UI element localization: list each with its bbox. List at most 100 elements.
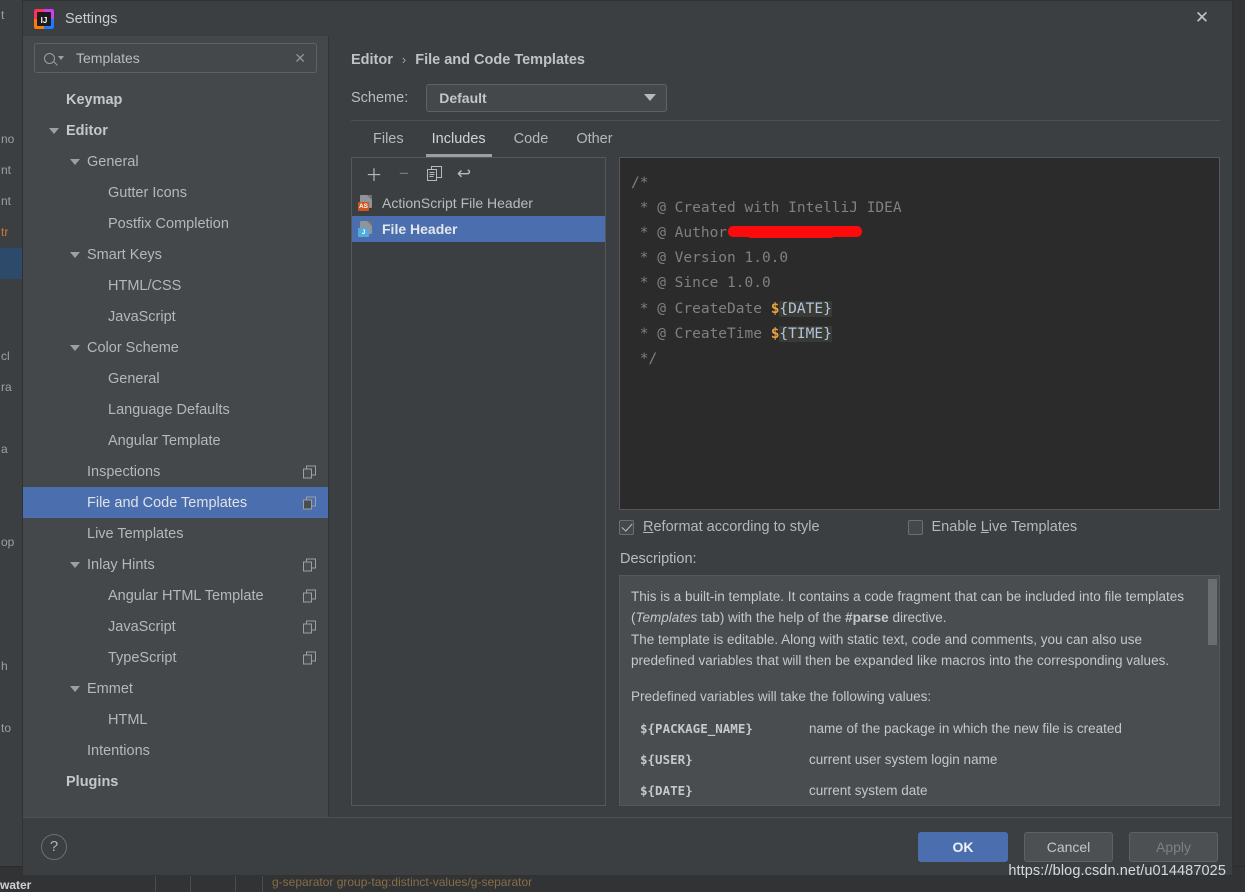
tab-includes[interactable]: Includes	[418, 121, 500, 157]
close-icon[interactable]: ✕	[1180, 4, 1224, 32]
sidebar-item-html-css[interactable]: HTML/CSS	[23, 270, 328, 301]
reset-template-button[interactable]: ↩	[450, 161, 478, 187]
chevron-down-icon[interactable]	[70, 158, 80, 165]
description-label: Description:	[620, 550, 697, 567]
copy-settings-icon[interactable]	[303, 589, 316, 602]
copy-settings-icon[interactable]	[303, 558, 316, 571]
sidebar-item-gutter-icons[interactable]: Gutter Icons	[23, 177, 328, 208]
sidebar-item-live-templates[interactable]: Live Templates	[23, 518, 328, 549]
sidebar-item-label: Inlay Hints	[87, 556, 155, 573]
sidebar-item-javascript[interactable]: JavaScript	[23, 301, 328, 332]
checkbox-box[interactable]	[907, 519, 923, 535]
sidebar-item-color-scheme[interactable]: Color Scheme	[23, 332, 328, 363]
sidebar-item-intentions[interactable]: Intentions	[23, 735, 328, 766]
tab-other[interactable]: Other	[562, 121, 626, 157]
code-line: * @ Since 1.0.0	[631, 275, 771, 292]
sidebar-item-keymap[interactable]: Keymap	[23, 84, 328, 115]
cancel-button[interactable]: Cancel	[1024, 831, 1113, 862]
tab-label: Code	[513, 130, 549, 147]
sidebar-item-typescript[interactable]: TypeScript	[23, 642, 328, 673]
template-tabs: Files Includes Code Other	[351, 119, 1220, 157]
template-code-editor[interactable]: /* * @ Created with IntelliJ IDEA * @ Au…	[619, 156, 1220, 510]
sidebar-item-angular-template[interactable]: Angular Template	[23, 425, 328, 456]
background-text-fragment	[0, 62, 22, 93]
search-input[interactable]	[76, 50, 293, 66]
copy-settings-icon[interactable]	[303, 620, 316, 633]
copy-template-button[interactable]	[420, 161, 448, 187]
background-text-fragment: nt	[1, 163, 12, 177]
tab-label: Files	[373, 130, 404, 147]
breadcrumb: Editor › File and Code Templates	[351, 36, 1220, 76]
ok-button[interactable]: OK	[918, 831, 1008, 862]
copy-settings-icon[interactable]	[303, 651, 316, 664]
chevron-down-icon[interactable]	[70, 251, 80, 258]
redaction-mark	[728, 226, 863, 239]
sidebar-item-general[interactable]: General	[23, 363, 328, 394]
copy-settings-icon[interactable]	[303, 496, 316, 509]
sidebar-item-label: HTML	[108, 711, 148, 728]
list-item-label: File Header	[382, 220, 458, 237]
dialog-titlebar: IJ Settings ✕	[23, 1, 1232, 36]
scheme-row: Scheme: Default	[351, 76, 1220, 120]
sidebar-item-angular-html-template[interactable]: Angular HTML Template	[23, 580, 328, 611]
clear-search-icon[interactable]: ✕	[292, 50, 308, 67]
background-text-fragment	[0, 496, 22, 527]
breadcrumb-root[interactable]: Editor	[351, 52, 393, 68]
sidebar-item-emmet[interactable]: Emmet	[23, 673, 328, 704]
sidebar-item-plugins[interactable]: Plugins	[23, 766, 328, 797]
background-text-fragment	[0, 465, 22, 496]
chevron-down-icon[interactable]	[70, 344, 80, 351]
live-templates-checkbox[interactable]: Enable Live Templates	[907, 519, 1077, 535]
tab-files[interactable]: Files	[359, 121, 418, 157]
tab-label: Other	[576, 130, 613, 147]
sidebar-item-inspections[interactable]: Inspections	[23, 456, 328, 487]
chevron-down-icon[interactable]	[70, 561, 80, 568]
search-icon[interactable]	[44, 52, 64, 64]
sidebar-item-label: Plugins	[66, 773, 119, 790]
reformat-checkbox[interactable]: Reformat according to style	[619, 519, 820, 535]
sidebar-item-language-defaults[interactable]: Language Defaults	[23, 394, 328, 425]
sidebar-item-label: Color Scheme	[87, 339, 179, 356]
help-button[interactable]: ?	[41, 833, 67, 860]
watermark: https://blog.csdn.net/u014487025	[1008, 863, 1226, 879]
code-line: * @ CreateTime ${TIME}	[631, 325, 832, 342]
description-paragraph-2: The template is editable. Along with sta…	[631, 631, 1170, 669]
sidebar-item-label: Editor	[66, 122, 108, 139]
background-text-fragment	[0, 31, 22, 62]
predefined-variables-table: ${PACKAGE_NAME} name of the package in wh…	[631, 716, 1201, 805]
background-bottom-label: water	[0, 878, 32, 892]
scheme-dropdown[interactable]: Default	[426, 83, 668, 112]
sidebar-item-html[interactable]: HTML	[23, 704, 328, 735]
background-text-fragment	[0, 310, 22, 341]
description-scrollbar[interactable]	[1208, 578, 1217, 645]
sidebar-item-label: File and Code Templates	[87, 494, 248, 511]
background-text-fragment	[0, 620, 22, 651]
sidebar-item-general[interactable]: General	[23, 146, 328, 177]
sidebar-item-label: General	[87, 153, 139, 170]
list-item-label: ActionScript File Header	[382, 194, 533, 211]
copy-settings-icon[interactable]	[303, 465, 316, 478]
remove-template-button: −	[399, 163, 409, 183]
background-text-fragment	[0, 806, 22, 837]
chevron-down-icon	[644, 94, 657, 102]
list-item[interactable]: J File Header	[352, 215, 605, 242]
sidebar-item-inlay-hints[interactable]: Inlay Hints	[23, 549, 328, 580]
sidebar-item-file-and-code-templates[interactable]: File and Code Templates	[23, 487, 328, 518]
sidebar-item-javascript[interactable]: JavaScript	[23, 611, 328, 642]
tab-code[interactable]: Code	[500, 121, 563, 157]
background-text-fragment	[0, 837, 22, 868]
chevron-down-icon[interactable]	[49, 127, 59, 134]
chevron-down-icon[interactable]	[70, 685, 80, 692]
add-template-button[interactable]: ＋	[360, 161, 388, 187]
background-bottom-code: g-separator group-tag:distinct-values/g-…	[272, 875, 533, 889]
background-text-fragment: h	[1, 659, 8, 673]
sidebar-item-postfix-completion[interactable]: Postfix Completion	[23, 208, 328, 239]
description-paragraph-1: This is a built-in template. It contains…	[631, 588, 1185, 626]
list-item[interactable]: AS ActionScript File Header	[352, 190, 605, 216]
sidebar-item-editor[interactable]: Editor	[23, 115, 328, 146]
background-text-fragment	[0, 93, 22, 124]
search-box[interactable]: ✕	[34, 43, 317, 73]
background-text-fragment	[0, 682, 22, 713]
checkbox-box[interactable]	[619, 519, 634, 535]
sidebar-item-smart-keys[interactable]: Smart Keys	[23, 239, 328, 270]
